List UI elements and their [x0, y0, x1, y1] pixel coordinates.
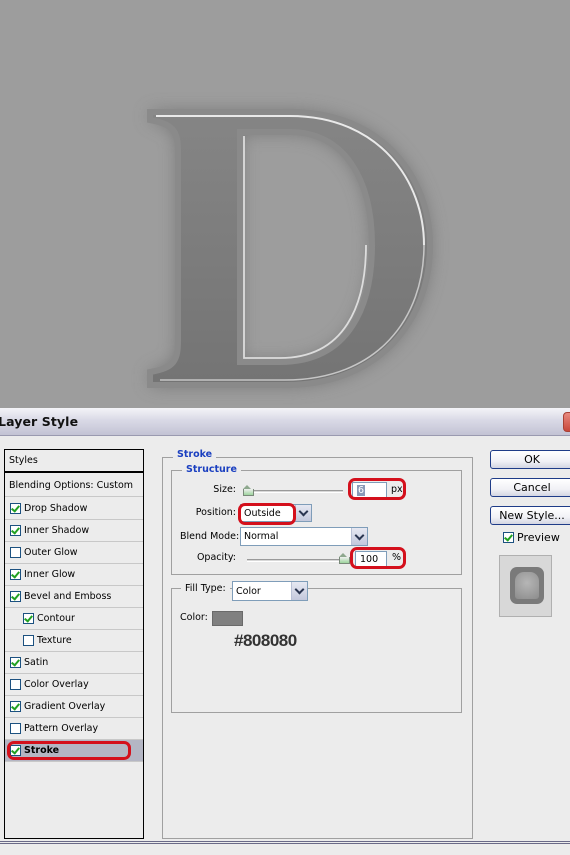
style-checkbox[interactable] [10, 569, 21, 580]
ok-button-label: OK [524, 453, 540, 466]
structure-group-title: Structure [182, 464, 241, 475]
style-checkbox[interactable] [10, 591, 21, 602]
dialog-title: Layer Style [0, 414, 79, 429]
style-checkbox[interactable] [10, 701, 21, 712]
style-item-gradient-overlay[interactable]: Gradient Overlay [5, 696, 143, 718]
style-item-label: Outer Glow [24, 547, 78, 558]
highlight-inner [243, 136, 367, 359]
style-checkbox[interactable] [23, 613, 34, 624]
style-checkbox[interactable] [23, 635, 34, 646]
style-item-label: Color Overlay [24, 679, 89, 690]
style-item-bevel-and-emboss[interactable]: Bevel and Emboss [5, 586, 143, 608]
position-label: Position: [195, 507, 236, 518]
new-style-button[interactable]: New Style... [490, 506, 570, 525]
style-item-label: Inner Shadow [24, 525, 90, 536]
size-value: 6 [357, 484, 366, 496]
color-swatch[interactable] [212, 611, 243, 626]
style-item-pattern-overlay[interactable]: Pattern Overlay [5, 718, 143, 740]
style-item-texture[interactable]: Texture [5, 630, 143, 652]
color-hex-annotation: #808080 [234, 631, 297, 650]
dialog-titlebar[interactable]: Layer Style [0, 408, 570, 436]
styles-header-label: Styles [9, 455, 38, 466]
blending-options-label: Blending Options: Custom [9, 480, 134, 491]
position-select[interactable]: Outside [240, 504, 312, 522]
opacity-unit: % [392, 552, 402, 563]
new-style-button-label: New Style... [499, 509, 565, 522]
style-item-label: Stroke [24, 745, 60, 756]
fill-type-groupbox [171, 588, 462, 713]
fill-type-label: Fill Type: [181, 583, 230, 594]
size-slider-track[interactable] [247, 490, 343, 493]
size-slider-thumb[interactable] [243, 485, 254, 496]
style-item-label: Texture [37, 635, 72, 646]
opacity-input[interactable]: 100 [355, 551, 387, 567]
style-item-label: Gradient Overlay [24, 701, 106, 712]
dialog-bottom-border [0, 841, 570, 844]
style-item-label: Pattern Overlay [24, 723, 99, 734]
style-item-inner-shadow[interactable]: Inner Shadow [5, 520, 143, 542]
style-checkbox[interactable] [10, 657, 21, 668]
document-canvas [0, 0, 570, 408]
style-item-stroke[interactable]: Stroke [5, 740, 143, 762]
style-checkbox[interactable] [10, 547, 21, 558]
style-item-label: Contour [37, 613, 75, 624]
style-item-outer-glow[interactable]: Outer Glow [5, 542, 143, 564]
size-label: Size: [213, 484, 236, 495]
cancel-button[interactable]: Cancel [490, 478, 570, 497]
close-button[interactable] [563, 412, 570, 432]
styles-header[interactable]: Styles [5, 450, 143, 473]
style-item-contour[interactable]: Contour [5, 608, 143, 630]
style-checkbox[interactable] [10, 525, 21, 536]
chevron-down-icon[interactable] [295, 505, 311, 521]
blend-mode-value: Normal [244, 531, 279, 542]
styles-list-panel: Styles Blending Options: Custom Drop Sha… [4, 449, 144, 839]
preview-shape-inner [515, 572, 539, 599]
style-item-drop-shadow[interactable]: Drop Shadow [5, 498, 143, 520]
style-item-label: Drop Shadow [24, 503, 88, 514]
cancel-button-label: Cancel [513, 481, 551, 494]
style-checkbox[interactable] [10, 745, 21, 756]
opacity-slider-thumb[interactable] [339, 553, 350, 564]
style-item-inner-glow[interactable]: Inner Glow [5, 564, 143, 586]
chevron-down-icon[interactable] [291, 582, 307, 600]
style-checkbox[interactable] [10, 503, 21, 514]
opacity-label: Opacity: [196, 552, 236, 563]
style-item-label: Satin [24, 657, 49, 668]
chevron-down-icon[interactable] [351, 528, 367, 545]
style-preview-thumbnail [499, 555, 552, 617]
preview-checkbox-row[interactable]: Preview [503, 531, 560, 544]
ok-button[interactable]: OK [490, 450, 570, 469]
opacity-value: 100 [360, 553, 379, 565]
blending-options-item[interactable]: Blending Options: Custom [5, 475, 143, 497]
style-item-label: Bevel and Emboss [24, 591, 112, 602]
blend-mode-label: Blend Mode: [180, 531, 240, 542]
style-item-satin[interactable]: Satin [5, 652, 143, 674]
size-unit: px [391, 484, 403, 495]
color-label: Color: [180, 612, 208, 623]
size-input[interactable]: 6 [352, 482, 387, 498]
fill-type-value: Color [236, 585, 261, 597]
style-item-color-overlay[interactable]: Color Overlay [5, 674, 143, 696]
stroke-group-title: Stroke [173, 449, 217, 460]
style-item-label: Inner Glow [24, 569, 76, 580]
letter-d-artwork [147, 109, 434, 388]
style-checkbox[interactable] [10, 723, 21, 734]
preview-checkbox[interactable] [503, 532, 514, 543]
style-checkbox[interactable] [10, 679, 21, 690]
position-value: Outside [244, 507, 281, 519]
opacity-slider-track[interactable] [247, 559, 343, 562]
blend-mode-select[interactable]: Normal [240, 527, 368, 546]
dialog-bottom-strip [0, 845, 570, 855]
fill-type-select[interactable]: Color [232, 581, 308, 601]
preview-label: Preview [517, 531, 560, 544]
